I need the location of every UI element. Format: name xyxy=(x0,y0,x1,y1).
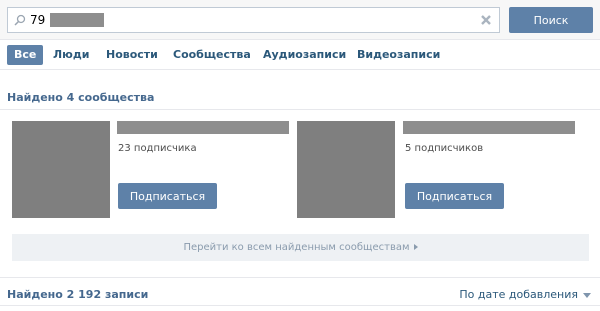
redacted-community-name[interactable] xyxy=(117,121,289,134)
see-all-communities-link[interactable]: Перейти ко всем найденным сообществам xyxy=(12,234,589,261)
tab-news[interactable]: Новости xyxy=(106,45,158,65)
arrow-right-icon xyxy=(413,244,418,250)
see-all-label: Перейти ко всем найденным сообществам xyxy=(183,242,410,253)
search-field[interactable] xyxy=(7,7,500,33)
posts-section-title: Найдено 2 192 записи xyxy=(7,288,149,301)
tab-audio[interactable]: Аудиозаписи xyxy=(263,45,346,65)
search-icon xyxy=(14,14,26,26)
redacted-query xyxy=(50,13,104,27)
chevron-down-icon xyxy=(583,292,591,298)
community-photo[interactable] xyxy=(12,121,110,218)
tab-people[interactable]: Люди xyxy=(53,45,89,65)
sort-label: По дате добавления xyxy=(459,288,578,301)
divider xyxy=(0,109,600,110)
search-button[interactable]: Поиск xyxy=(509,7,593,33)
search-tabs: Все Люди Новости Сообщества Аудиозаписи … xyxy=(0,40,600,70)
tab-all[interactable]: Все xyxy=(7,45,44,65)
subscriber-count: 23 подписчика xyxy=(118,143,197,154)
tab-communities[interactable]: Сообщества xyxy=(173,45,251,65)
community-photo[interactable] xyxy=(297,121,395,218)
communities-section-title: Найдено 4 сообщества xyxy=(7,91,155,104)
subscribe-button[interactable]: Подписаться xyxy=(405,183,504,209)
subscribe-button[interactable]: Подписаться xyxy=(118,183,217,209)
search-bar: Поиск xyxy=(0,0,600,40)
sort-dropdown[interactable]: По дате добавления xyxy=(459,288,591,301)
tab-video[interactable]: Видеозаписи xyxy=(357,45,440,65)
redacted-community-name[interactable] xyxy=(403,121,575,134)
divider xyxy=(0,277,600,278)
divider xyxy=(0,305,600,306)
clear-icon[interactable] xyxy=(479,13,493,27)
subscriber-count: 5 подписчиков xyxy=(405,143,484,154)
